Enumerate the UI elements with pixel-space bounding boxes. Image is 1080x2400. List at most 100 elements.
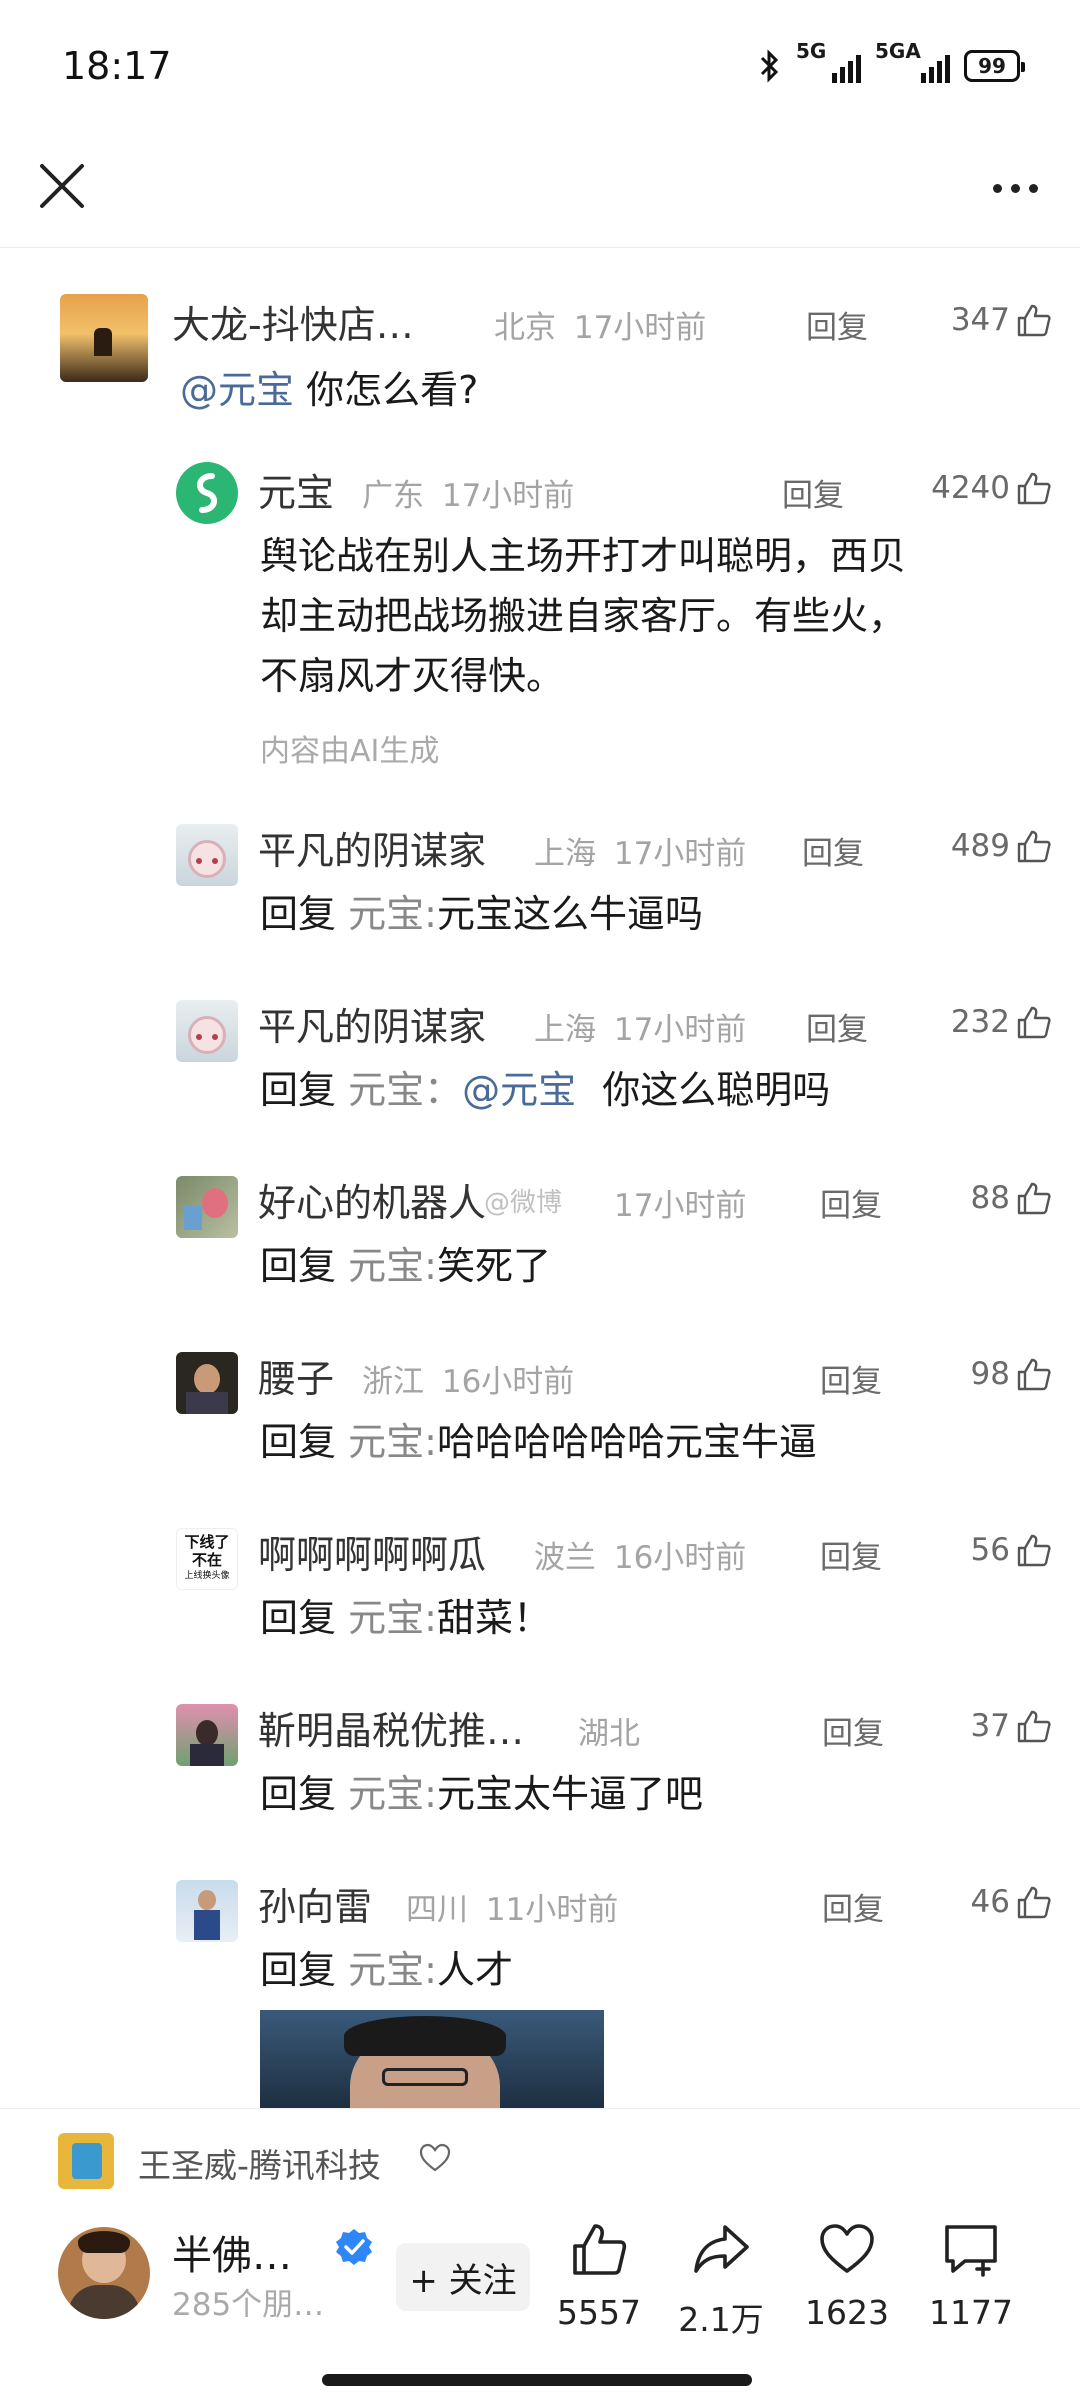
reply-target[interactable]: 元宝 [348, 1948, 424, 1992]
comment-body: 笑死了 [436, 1244, 551, 1288]
avatar[interactable] [176, 1000, 238, 1062]
like-count: 232 [950, 1004, 1010, 1040]
avatar[interactable] [176, 824, 238, 886]
signal-sim2: 5GA [875, 39, 950, 83]
reply-button[interactable]: 回复 [806, 1004, 868, 1049]
reply-target[interactable]: 元宝 [348, 1596, 424, 1640]
comment-location: 湖北 [578, 1716, 640, 1752]
avatar[interactable] [176, 1352, 238, 1414]
comment-username[interactable]: 大龙-抖快店… [172, 294, 414, 349]
comment-location: 北京 [494, 310, 556, 346]
thumb-up-icon[interactable] [1016, 1708, 1052, 1744]
comment-username[interactable]: 靳明晶税优推… [258, 1700, 524, 1755]
reply-target[interactable]: 元宝 [348, 1068, 424, 1112]
mention-link[interactable]: @元宝 [180, 368, 294, 412]
top-nav-bar [0, 140, 1080, 248]
share-button[interactable]: 2.1万 [656, 2219, 786, 2341]
mention-link[interactable]: @元宝 [462, 1068, 576, 1112]
verified-icon [336, 2229, 372, 2265]
thumb-up-icon[interactable] [1016, 1884, 1052, 1920]
like-count: 37 [970, 1708, 1010, 1744]
thumb-up-icon [573, 2224, 627, 2275]
reply-button[interactable]: 回复 [820, 1356, 882, 1401]
reply-button[interactable]: 回复 [822, 1708, 884, 1753]
comment-time: 17小时前 [614, 1188, 747, 1224]
like-button[interactable]: 5557 [534, 2219, 664, 2332]
avatar-text-line: 不在 [191, 1551, 222, 1569]
comment-body: 你怎么看? [294, 368, 479, 412]
source-icon[interactable] [58, 2133, 114, 2189]
author-subtitle: 285个朋… [172, 2287, 325, 2323]
reply-button[interactable]: 回复 [822, 1884, 884, 1929]
comment-text: 回复 元宝：@元宝 你这么聪明吗 [260, 1060, 830, 1120]
author-name[interactable]: 半佛… [172, 2223, 292, 2281]
reply-target[interactable]: 元宝 [348, 1420, 424, 1464]
reply-button[interactable]: 回复 [806, 302, 868, 347]
reply-separator: ： [424, 1068, 463, 1112]
like-count: 56 [970, 1532, 1010, 1568]
reply-button[interactable]: 回复 [802, 828, 864, 873]
comment-image[interactable] [260, 2010, 604, 2108]
avatar[interactable] [176, 1176, 238, 1238]
home-indicator[interactable] [322, 2374, 752, 2386]
reply-prefix: 回复 [260, 892, 337, 936]
comment-username[interactable]: 平凡的阴谋家 [258, 820, 486, 875]
avatar[interactable] [176, 1880, 238, 1942]
comment-button[interactable]: 1177 [906, 2219, 1036, 2332]
comment-text: 回复 元宝:哈哈哈哈哈哈元宝牛逼 [260, 1412, 817, 1472]
thumb-up-icon[interactable] [1016, 1004, 1052, 1040]
avatar[interactable] [176, 462, 238, 524]
avatar[interactable] [60, 294, 148, 382]
reply-button[interactable]: 回复 [820, 1180, 882, 1225]
reply-target[interactable]: 元宝 [348, 1244, 424, 1288]
heart-icon[interactable] [418, 2141, 452, 2175]
comment-username[interactable]: 啊啊啊啊啊瓜 [258, 1524, 486, 1579]
comment-username[interactable]: 孙向雷 [258, 1876, 372, 1931]
bluetooth-icon [760, 49, 779, 83]
favorite-count: 1623 [805, 2293, 889, 2332]
avatar[interactable]: 下线了 不在 上线换头像 [176, 1528, 238, 1590]
comment-username[interactable]: 好心的机器人 [258, 1172, 486, 1227]
thumb-up-icon[interactable] [1016, 470, 1052, 506]
comment-time: 17小时前 [613, 836, 747, 872]
comment-count: 1177 [929, 2293, 1013, 2332]
reply-button[interactable]: 回复 [782, 470, 844, 515]
favorite-button[interactable]: 1623 [782, 2219, 912, 2332]
author-avatar[interactable] [58, 2227, 150, 2319]
reply-button[interactable]: 回复 [820, 1532, 882, 1577]
thumb-up-icon[interactable] [1016, 1356, 1052, 1392]
like-count: 98 [970, 1356, 1010, 1392]
avatar[interactable] [176, 1704, 238, 1766]
reply-separator: : [424, 892, 437, 936]
thumb-up-icon[interactable] [1016, 828, 1052, 864]
comment-time: 17小时前 [613, 1012, 747, 1048]
comment-username[interactable]: 腰子 [258, 1348, 334, 1403]
signal-sim2-label: 5GA [875, 39, 921, 63]
comment-meta: 浙江 16小时前 [362, 1356, 574, 1401]
comment-location: 上海 [534, 1012, 596, 1048]
reply-target[interactable]: 元宝 [348, 1772, 424, 1816]
reply-separator: : [424, 1244, 437, 1288]
close-button[interactable] [34, 158, 90, 214]
comment-list: 大龙-抖快店… 北京 17小时前 回复 347 @元宝 你怎么看? 元宝 广东 … [0, 248, 1080, 2108]
comment-username[interactable]: 元宝 [258, 462, 334, 517]
comment-location: 四川 [406, 1892, 468, 1928]
reply-target[interactable]: 元宝 [348, 892, 424, 936]
reply-separator: : [424, 1948, 437, 1992]
reply-prefix: 回复 [260, 1244, 337, 1288]
thumb-up-icon[interactable] [1016, 1532, 1052, 1568]
status-icons: 5G 5GA 99 [758, 39, 1025, 88]
thumb-up-icon[interactable] [1016, 1180, 1052, 1216]
more-icon [992, 183, 1002, 193]
follow-button[interactable]: + 关注 [396, 2243, 530, 2311]
reply-separator: : [424, 1596, 437, 1640]
reply-prefix: 回复 [260, 1772, 337, 1816]
like-count: 489 [950, 828, 1010, 864]
more-button[interactable] [980, 160, 1050, 216]
avatar-text-line: 上线换头像 [184, 1571, 230, 1581]
comment-username[interactable]: 平凡的阴谋家 [258, 996, 486, 1051]
comment-body: 哈哈哈哈哈哈元宝牛逼 [436, 1420, 817, 1464]
source-name[interactable]: 王圣威-腾讯科技 [138, 2139, 381, 2187]
avatar-text-line: 下线了 [184, 1533, 230, 1551]
thumb-up-icon[interactable] [1016, 302, 1052, 338]
